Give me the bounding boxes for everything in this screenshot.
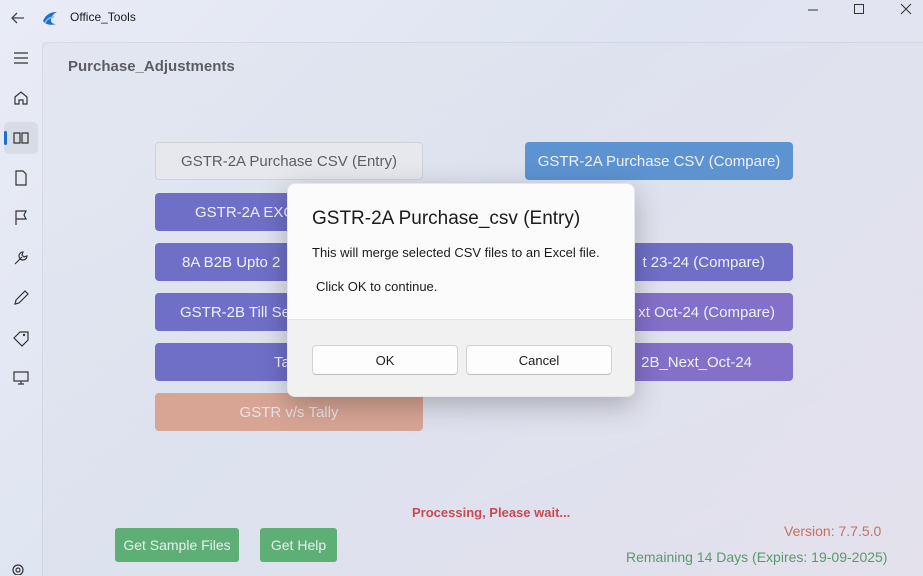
confirm-dialog: GSTR-2A Purchase_csv (Entry) This will m… (287, 183, 635, 397)
nav-desktop[interactable] (4, 362, 38, 394)
dialog-instruction: Click OK to continue. (316, 279, 438, 294)
nav-tools[interactable] (4, 242, 38, 274)
title-bar: Office_Tools (0, 0, 923, 36)
book-icon (13, 132, 29, 144)
nav-tag[interactable] (4, 322, 38, 354)
ok-button[interactable]: OK (312, 345, 458, 375)
home-icon (14, 91, 28, 105)
tag-icon (13, 331, 29, 347)
wrench-icon (14, 251, 28, 265)
nav-books[interactable] (4, 122, 38, 154)
nav-edit[interactable] (4, 282, 38, 314)
minimize-button[interactable] (790, 0, 836, 20)
dialog-title: GSTR-2A Purchase_csv (Entry) (312, 208, 581, 229)
back-arrow-icon[interactable] (8, 8, 28, 28)
flag-icon (15, 210, 27, 225)
office-tools-logo-icon (40, 8, 60, 28)
dialog-footer: OK Cancel (288, 319, 634, 396)
nav-document[interactable] (4, 162, 38, 194)
app-title: Office_Tools (70, 10, 136, 24)
nav-flag[interactable] (4, 202, 38, 234)
maximize-button[interactable] (836, 0, 882, 20)
left-nav (0, 36, 42, 576)
nav-home[interactable] (4, 82, 38, 114)
gear-icon[interactable] (10, 561, 26, 576)
document-icon (15, 170, 27, 186)
close-button[interactable] (882, 0, 923, 20)
nav-menu[interactable] (4, 42, 38, 74)
hamburger-icon (14, 52, 28, 64)
dialog-message: This will merge selected CSV files to an… (312, 245, 600, 260)
cancel-button[interactable]: Cancel (466, 345, 612, 375)
monitor-icon (13, 371, 29, 385)
pencil-icon (14, 290, 29, 305)
